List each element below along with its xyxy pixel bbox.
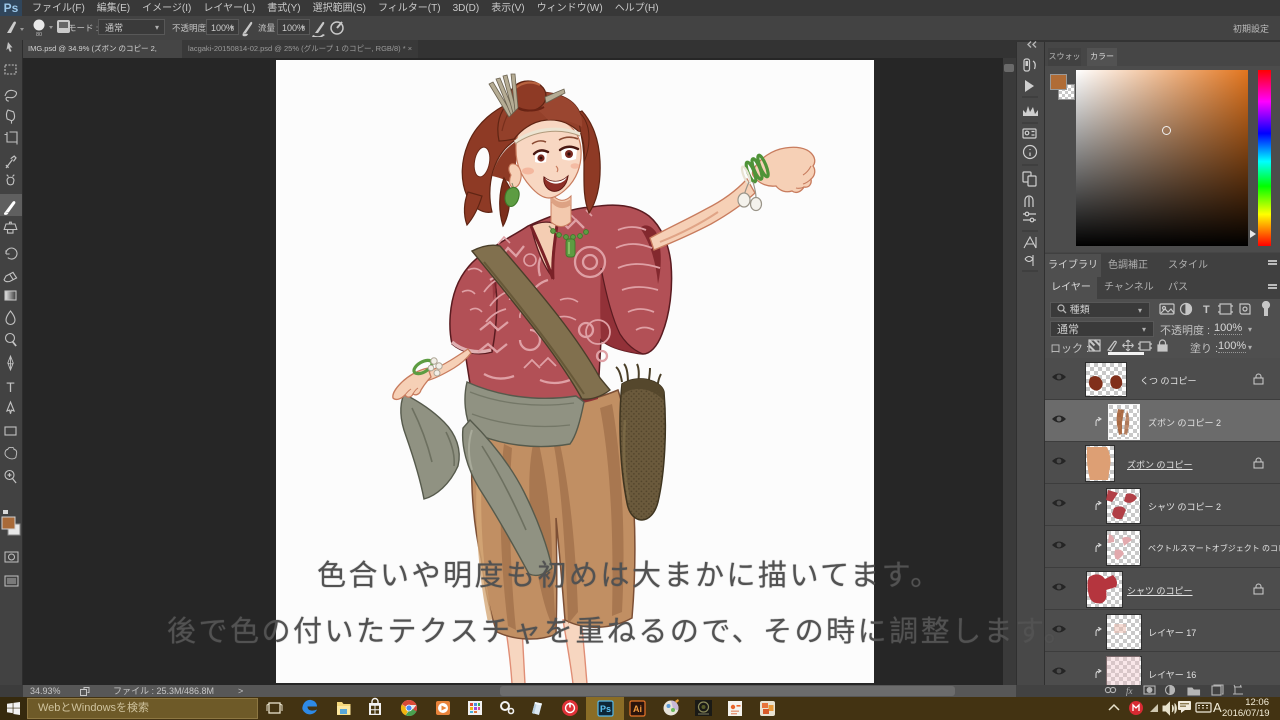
svg-text:Ps: Ps: [600, 704, 611, 714]
svg-text:T: T: [1203, 304, 1210, 316]
svg-text:fx: fx: [1126, 686, 1133, 696]
svg-text:80: 80: [36, 32, 42, 38]
svg-text:Ai: Ai: [633, 704, 642, 714]
svg-text:T: T: [6, 380, 14, 395]
